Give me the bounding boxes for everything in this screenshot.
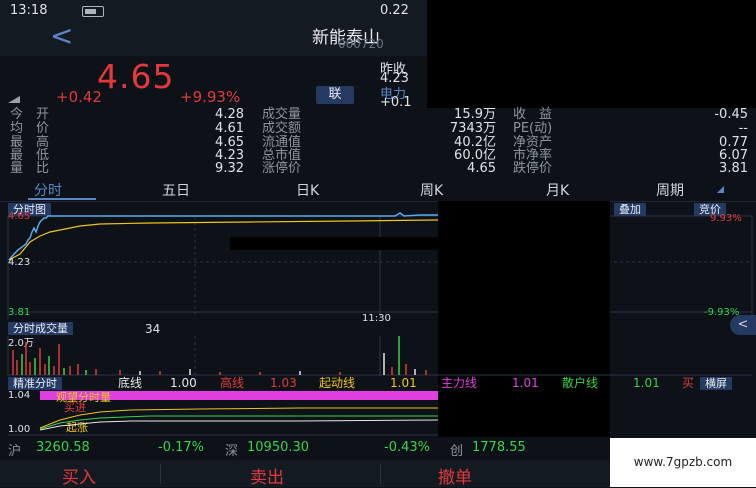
tab-five-day[interactable]: 五日 bbox=[162, 180, 190, 200]
buy-button[interactable]: 买入 bbox=[62, 463, 96, 488]
stat-label: 今 开 bbox=[10, 107, 50, 122]
retail-label: 散户线 bbox=[562, 376, 599, 390]
period-dropdown-icon[interactable] bbox=[717, 186, 724, 193]
active-tab-indicator bbox=[28, 198, 96, 200]
mainforce-value: 1.01 bbox=[512, 376, 539, 390]
baseline-label: 底线 bbox=[118, 376, 143, 390]
sell-button[interactable]: 卖出 bbox=[250, 463, 284, 488]
redaction-box bbox=[230, 237, 526, 250]
stat-label: 跌停价 bbox=[513, 161, 553, 176]
mainforce-label: 主力线 bbox=[441, 376, 478, 390]
stats-row: 最 低 4.23 总市值 60.0亿 市净率 6.07 bbox=[0, 149, 756, 162]
sh-index-label: 沪 bbox=[8, 444, 22, 459]
tab-monthly-k[interactable]: 月K bbox=[546, 180, 569, 200]
collapse-icon[interactable] bbox=[8, 96, 20, 103]
stats-row: 均 价 4.61 成交额 7343万 PE(动) -- bbox=[0, 122, 756, 135]
stat-value: 3.81 bbox=[719, 161, 748, 176]
baseline-curve bbox=[39, 419, 439, 431]
sh-index-pct: -0.17% bbox=[158, 440, 204, 455]
tab-period[interactable]: 周期 bbox=[656, 180, 684, 200]
stat-value: 9.32 bbox=[215, 161, 244, 176]
tab-weekly-k[interactable]: 周K bbox=[420, 180, 443, 200]
sz-index-label: 深 bbox=[225, 444, 239, 459]
cy-index-label: 创 bbox=[450, 444, 464, 459]
stat-label: 涨停价 bbox=[262, 161, 302, 176]
stat-value: 4.65 bbox=[467, 161, 496, 176]
precise-title[interactable]: 精准分时 bbox=[8, 377, 62, 390]
retail-value: 1.01 bbox=[633, 376, 660, 390]
watermark: www.7gpzb.com bbox=[610, 438, 756, 487]
status-time: 13:18 bbox=[10, 3, 48, 18]
stats-row: 量 比 9.32 涨停价 4.65 跌停价 3.81 bbox=[0, 162, 756, 175]
more-indicator-partial: 买 bbox=[682, 376, 695, 390]
stat-value: 7343万 bbox=[449, 121, 496, 136]
tab-daily-k[interactable]: 日K bbox=[296, 180, 319, 200]
stat-label: PE(动) bbox=[513, 121, 553, 136]
y-axis-mid: 4.23 bbox=[8, 257, 31, 268]
stat-value: 4.28 bbox=[215, 107, 244, 122]
cy-index-value: 1778.55 bbox=[472, 440, 526, 455]
battery-icon bbox=[82, 6, 104, 17]
status-price-partial: 0.22 bbox=[380, 3, 409, 18]
lian-button[interactable]: 联 bbox=[316, 86, 354, 104]
highline-value: 1.03 bbox=[270, 376, 297, 390]
stat-value: 4.61 bbox=[215, 121, 244, 136]
expand-panel-icon[interactable]: < bbox=[730, 315, 756, 335]
stat-label: 成交量 bbox=[262, 107, 302, 122]
volume-chart[interactable]: 分时成交量 34 2.0万 bbox=[0, 320, 756, 376]
startline-value: 1.01 bbox=[390, 376, 417, 390]
stat-value: 15.9万 bbox=[454, 107, 496, 122]
startline-label: 起动线 bbox=[319, 376, 356, 390]
stat-value: -0.45 bbox=[714, 107, 748, 122]
back-icon[interactable]: < bbox=[50, 22, 73, 50]
precise-indicator-bar: 精准分时 底线 1.00 高线 1.03 起动线 1.01 主力线 1.01 散… bbox=[0, 377, 756, 390]
divider bbox=[380, 464, 381, 484]
price-change: +0.42 bbox=[56, 88, 102, 106]
intraday-plot bbox=[7, 212, 753, 319]
stat-label: 量 比 bbox=[10, 161, 50, 176]
tab-intraday[interactable]: 分时 bbox=[34, 180, 62, 200]
intraday-chart[interactable]: 分时图 叠加 竞价 4.65 4.23 3.81 9.93% -9.93% 11… bbox=[0, 201, 756, 324]
sz-index-pct: -0.43% bbox=[384, 440, 430, 455]
trade-action-bar: 买入 卖出 撤单 bbox=[0, 460, 610, 488]
stats-row: 今 开 4.28 成交量 15.9万 收 益 -0.45 bbox=[0, 108, 756, 121]
sh-index-value: 3260.58 bbox=[36, 440, 90, 455]
redaction-box bbox=[427, 0, 756, 108]
pct-axis-high: 9.93% bbox=[710, 213, 742, 224]
precise-plot bbox=[8, 407, 439, 436]
baseline-value: 1.00 bbox=[170, 376, 197, 390]
sz-index-value: 10950.30 bbox=[247, 440, 310, 455]
stat-value: -- bbox=[738, 121, 748, 136]
period-tabs: 分时 五日 日K 周K 月K 周期 bbox=[0, 180, 756, 200]
stats-row: 最 高 4.65 流通值 40.2亿 净资产 0.77 bbox=[0, 136, 756, 149]
y-axis-low: 3.81 bbox=[8, 307, 31, 318]
highline-label: 高线 bbox=[220, 376, 245, 390]
volume-bars bbox=[12, 336, 427, 375]
stat-label: 收 益 bbox=[513, 107, 553, 122]
landscape-button[interactable]: 横屏 bbox=[700, 377, 732, 390]
price-change-pct: +9.93% bbox=[180, 88, 241, 106]
stat-label: 成交额 bbox=[262, 121, 302, 136]
stat-label: 均 价 bbox=[10, 121, 50, 136]
stock-code: 000720 bbox=[338, 37, 384, 51]
y-axis-high: 4.65 bbox=[8, 211, 31, 222]
cancel-order-button[interactable]: 撤单 bbox=[438, 463, 472, 488]
precise-chart[interactable]: 1.04 1.00 观望分时量 买进 起涨 bbox=[0, 390, 756, 436]
current-price: 4.65 bbox=[97, 57, 175, 96]
divider bbox=[160, 464, 161, 484]
volume-plot bbox=[7, 336, 752, 376]
